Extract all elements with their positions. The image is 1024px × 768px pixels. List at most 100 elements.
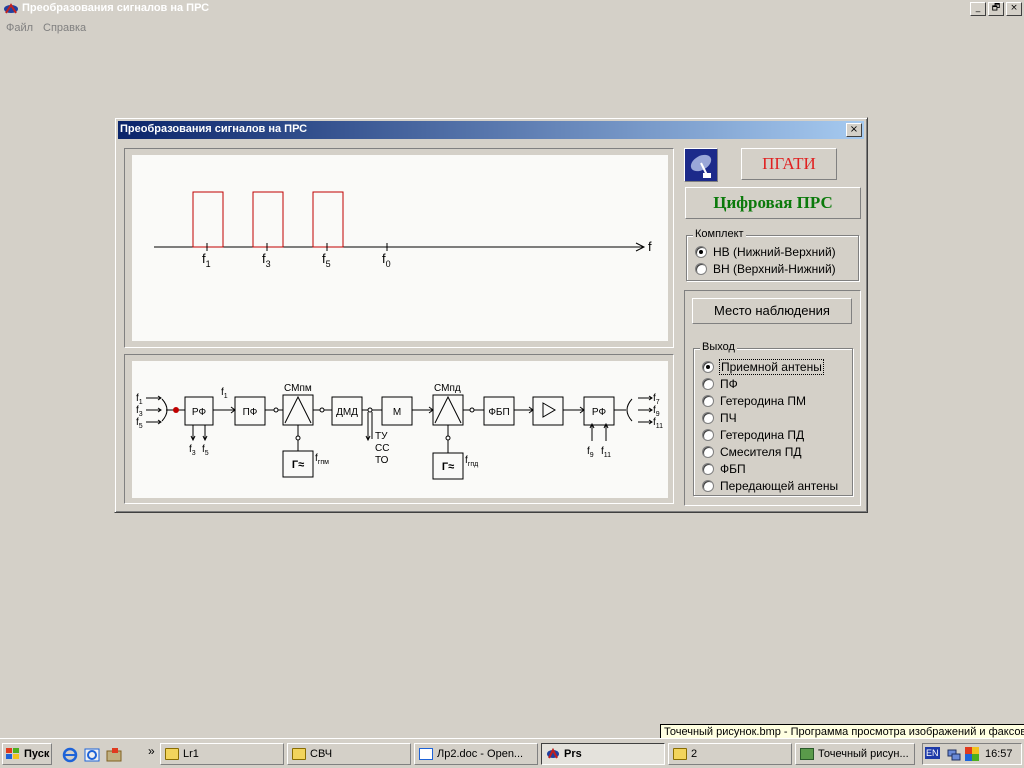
diagram-panel: f1 f3 f5 РФ f3 f5 f1 ПФ СМпм Г≈ fгпм ДМД… (132, 361, 668, 498)
language-indicator[interactable]: EN (925, 747, 940, 759)
radio-button[interactable] (695, 246, 707, 258)
gen-pm-symbol: Г≈ (292, 459, 304, 471)
output-option-label: ПФ (720, 377, 738, 391)
radio-button[interactable] (702, 378, 714, 390)
clock: 16:57 (985, 748, 1013, 760)
spectrum-bar-f5 (312, 191, 344, 248)
kit-option-label: ВН (Верхний-Нижний) (713, 262, 836, 276)
dialog-close-button[interactable]: × (846, 123, 862, 137)
tx-antenna (626, 398, 633, 422)
tick-label-f1: f1 (202, 251, 211, 269)
satellite-dish-icon (690, 154, 712, 178)
radio-button[interactable] (702, 361, 714, 373)
output-option-if[interactable]: ПЧ (702, 410, 737, 426)
output-option-label: Передающей антены (720, 479, 839, 493)
internet-explorer-icon[interactable] (62, 747, 78, 763)
satellite-logo-button[interactable] (684, 148, 718, 182)
service-ss: СС (375, 443, 389, 454)
kit-option-vn[interactable]: ВН (Верхний-Нижний) (695, 261, 836, 277)
quicklaunch-chevron[interactable]: » (148, 744, 155, 758)
service-tu: ТУ (375, 431, 388, 442)
block-dmd-label: ДМД (336, 407, 358, 418)
menu-bar: Файл Справка (0, 19, 1024, 38)
radio-button[interactable] (702, 446, 714, 458)
start-button[interactable]: Пуск (2, 743, 52, 765)
output-option-lo-pd[interactable]: Гетеродина ПД (702, 427, 804, 443)
output-option-label: Гетеродина ПД (720, 428, 805, 442)
dialog-title-bar: Преобразования сигналов на ПРС × (118, 121, 864, 139)
service-to: ТО (375, 455, 389, 466)
task-button-2[interactable]: 2 (668, 743, 792, 765)
output-groupbox: Выход Приемной антены ПФ Гетеродина ПМ П… (693, 341, 853, 496)
task-label: Точечный рисун... (818, 748, 909, 760)
gen-pm-freq: fгпм (315, 453, 329, 466)
radio-button[interactable] (702, 395, 714, 407)
output-option-label: ПЧ (720, 411, 737, 425)
observation-place-button[interactable]: Место наблюдения (692, 298, 852, 324)
output-option-tx-antenna[interactable]: Передающей антены (702, 478, 838, 494)
block-diagram: f1 f3 f5 РФ f3 f5 f1 ПФ СМпм Г≈ fгпм ДМД… (136, 383, 663, 480)
dialog-title: Преобразования сигналов на ПРС (120, 123, 308, 135)
start-label: Пуск (24, 748, 50, 760)
output-option-rx-antenna[interactable]: Приемной антены (702, 359, 824, 375)
input-f5: f5 (136, 417, 143, 430)
radio-button[interactable] (702, 412, 714, 424)
minimize-button[interactable]: _ (970, 2, 986, 16)
document-icon (419, 748, 433, 760)
satellite-app-icon (547, 748, 559, 759)
restore-button[interactable]: 🗗 (988, 2, 1004, 16)
block-rf-out-label: РФ (592, 407, 607, 418)
output-option-pf[interactable]: ПФ (702, 376, 738, 392)
output-option-fbp[interactable]: ФБП (702, 461, 746, 477)
radio-button[interactable] (702, 480, 714, 492)
task-label: Лр2.doc - Open... (437, 748, 524, 760)
block-amplifier (532, 396, 564, 426)
outlook-icon[interactable] (84, 747, 100, 763)
task-button-lr1[interactable]: Lr1 (160, 743, 284, 765)
tick-label-f0: f0 (382, 251, 391, 269)
task-button-prs[interactable]: Prs (541, 743, 665, 765)
satellite-app-icon (4, 3, 18, 14)
spectrum-plot: f f1 f3 f5 f0 (154, 191, 652, 269)
radio-button[interactable] (695, 263, 707, 275)
close-button[interactable]: × (1006, 2, 1022, 16)
menu-file[interactable]: Файл (6, 22, 33, 34)
kit-option-nv[interactable]: НВ (Нижний-Верхний) (695, 244, 836, 260)
task-label: СВЧ (310, 748, 333, 760)
folder-icon (673, 748, 687, 760)
volume-icon[interactable] (965, 747, 979, 761)
output-option-mixer-pd[interactable]: Смесителя ПД (702, 444, 802, 460)
axis-label-f: f (648, 239, 652, 254)
block-rf-in-label: РФ (192, 407, 207, 418)
signal-dialog: Преобразования сигналов на ПРС × f f1 f3… (114, 117, 868, 513)
show-desktop-icon[interactable] (106, 747, 122, 763)
mixer-pm-label: СМпм (284, 383, 312, 394)
pgati-button[interactable]: ПГАТИ (741, 148, 837, 180)
mixer-pd-label: СМпд (434, 383, 461, 394)
block-m-label: М (393, 407, 401, 418)
block-mixer-pd (432, 394, 464, 426)
output-option-label: ФБП (720, 462, 746, 476)
spectrum-bar-f3 (252, 191, 284, 248)
menu-help[interactable]: Справка (43, 22, 86, 34)
task-button-image-viewer[interactable]: Точечный рисун... (795, 743, 915, 765)
output-option-label: Гетеродина ПМ (720, 394, 807, 408)
rf-in-f11: f11 (601, 446, 611, 459)
pf-in-f1: f1 (221, 387, 228, 400)
radio-button[interactable] (702, 463, 714, 475)
radio-button[interactable] (702, 429, 714, 441)
task-button-lr2-doc[interactable]: Лр2.doc - Open... (414, 743, 538, 765)
tick-label-f5: f5 (322, 251, 331, 269)
gen-pd-symbol: Г≈ (442, 461, 454, 473)
network-icon[interactable] (947, 747, 961, 761)
kit-groupbox: Комплект НВ (Нижний-Верхний) ВН (Верхний… (686, 228, 859, 281)
task-label: Lr1 (183, 748, 199, 760)
output-option-label: Смесителя ПД (720, 445, 802, 459)
task-button-svch[interactable]: СВЧ (287, 743, 411, 765)
block-fbp-label: ФБП (488, 407, 509, 418)
observation-point (173, 407, 179, 413)
output-option-label: Приемной антены (719, 359, 824, 375)
spectrum-bar-f1 (192, 191, 224, 248)
output-option-lo-pm[interactable]: Гетеродина ПМ (702, 393, 806, 409)
block-mixer-pm (282, 394, 314, 426)
